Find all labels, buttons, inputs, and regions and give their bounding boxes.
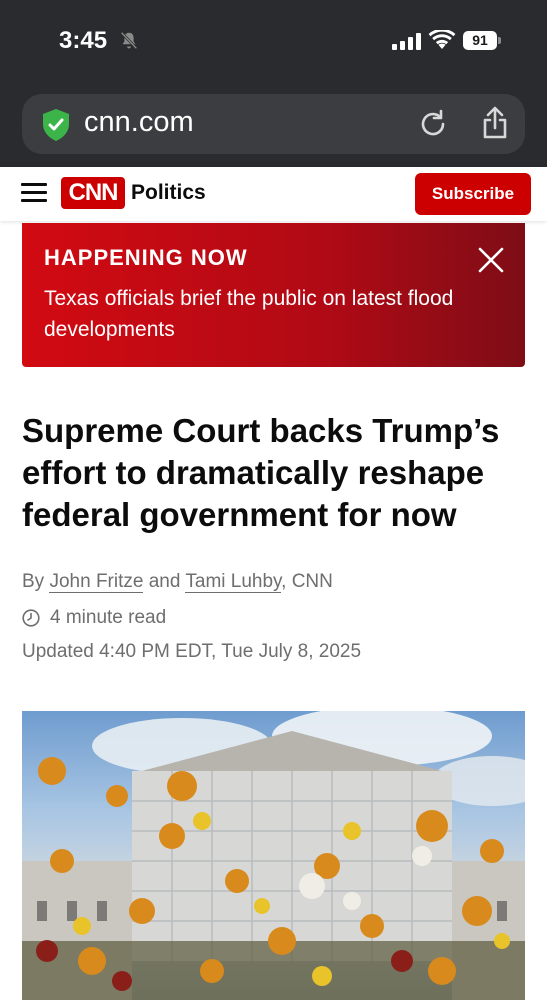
site-header: CNN Politics Subscribe xyxy=(0,167,547,221)
section-name[interactable]: Politics xyxy=(131,181,206,205)
breaking-label: HAPPENING NOW xyxy=(44,245,248,270)
author-link-1[interactable]: John Fritze xyxy=(49,571,144,593)
battery-indicator: 91 xyxy=(463,31,501,50)
byline: By John Fritze and Tami Luhby, CNN xyxy=(22,571,333,593)
cnn-logo[interactable]: CNN xyxy=(61,177,125,209)
author-link-2[interactable]: Tami Luhby xyxy=(185,571,282,593)
article-headline: Supreme Court backs Trump’s effort to dr… xyxy=(22,412,500,533)
reload-icon[interactable] xyxy=(418,108,448,140)
subscribe-button[interactable]: Subscribe xyxy=(415,173,531,215)
share-icon[interactable] xyxy=(480,106,510,140)
byline-outlet: , CNN xyxy=(281,571,333,592)
browser-chrome: 3:45 91 cnn.com xyxy=(0,0,547,167)
breaking-text[interactable]: Texas officials brief the public on late… xyxy=(44,283,514,345)
url-text[interactable]: cnn.com xyxy=(84,106,194,139)
read-time: 4 minute read xyxy=(22,607,166,629)
shield-check-icon xyxy=(43,109,69,141)
status-time: 3:45 xyxy=(59,27,108,54)
byline-and: and xyxy=(148,571,181,592)
wifi-icon xyxy=(428,30,456,49)
signal-icon xyxy=(392,32,421,50)
supreme-court-photo xyxy=(22,711,525,1000)
bell-slash-icon xyxy=(120,31,138,50)
address-bar[interactable]: cnn.com xyxy=(22,94,525,154)
hero-image[interactable] xyxy=(22,711,525,1000)
byline-prefix: By xyxy=(22,571,45,592)
close-icon[interactable] xyxy=(478,247,504,273)
breaking-news-banner[interactable]: HAPPENING NOW Texas officials brief the … xyxy=(22,223,525,367)
read-time-text: 4 minute read xyxy=(50,607,167,628)
clock-icon xyxy=(22,609,40,627)
menu-icon[interactable] xyxy=(21,183,47,203)
updated-timestamp: Updated 4:40 PM EDT, Tue July 8, 2025 xyxy=(22,641,362,662)
